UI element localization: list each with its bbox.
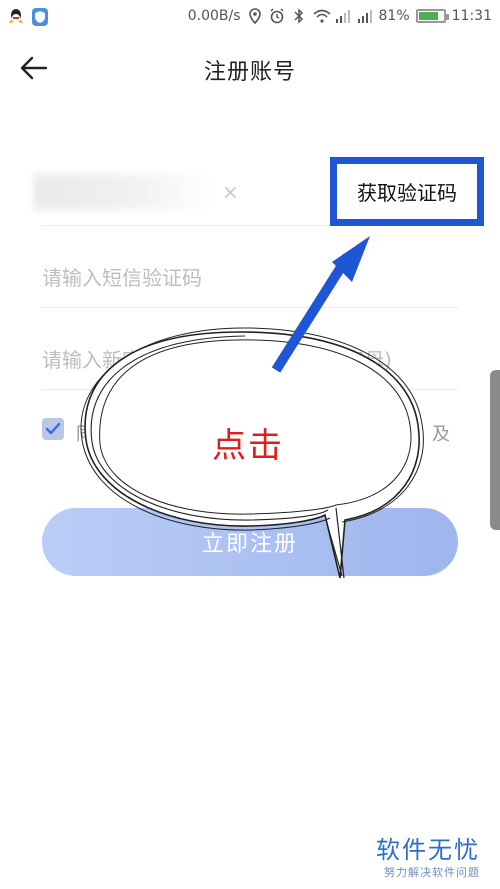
bluetooth-icon	[291, 8, 307, 24]
alarm-icon	[269, 8, 285, 24]
get-code-button[interactable]: 获取验证码	[330, 157, 484, 226]
status-bar: 0.00B/s 81% 11:31	[0, 0, 500, 36]
qq-icon	[8, 8, 24, 26]
clock: 11:31	[451, 8, 492, 24]
watermark-subtitle: 努力解决软件问题	[384, 866, 480, 879]
battery-percent: 81%	[378, 8, 410, 24]
signal-icon	[335, 8, 351, 24]
status-right: 0.00B/s 81% 11:31	[187, 8, 492, 25]
side-scroll-handle[interactable]	[490, 370, 500, 530]
password-field[interactable]: 请输入新密 字母)	[42, 308, 458, 390]
screen: 0.00B/s 81% 11:31 注册账号 × 获取验证码 请输入短信验证码 …	[0, 0, 500, 889]
network-speed: 0.00B/s	[187, 8, 241, 24]
callout-text: 点击	[212, 426, 284, 466]
page-title: 注册账号	[203, 60, 296, 85]
register-button-label: 立即注册	[201, 532, 298, 557]
location-icon	[247, 8, 263, 25]
agreement-text-prefix: 同	[76, 424, 94, 445]
watermark-title: 软件无忧	[376, 836, 480, 864]
phone-value-blurred	[34, 174, 214, 210]
agreement-checkbox[interactable]	[42, 418, 64, 440]
signal-icon	[357, 8, 373, 24]
battery-fill	[418, 12, 439, 20]
sms-code-field[interactable]: 请输入短信验证码	[42, 226, 458, 308]
status-left	[8, 8, 48, 26]
shield-icon	[32, 8, 48, 26]
agreement-text-suffix[interactable]: 及	[432, 420, 450, 446]
checkmark-icon	[45, 422, 61, 435]
sms-code-placeholder: 请输入短信验证码	[42, 266, 202, 290]
wifi-icon	[312, 8, 331, 24]
password-placeholder: 请输入新密	[42, 348, 142, 372]
battery-icon	[415, 9, 449, 23]
register-button[interactable]: 立即注册	[42, 508, 458, 576]
clear-icon[interactable]: ×	[222, 180, 239, 204]
password-placeholder-suffix: 字母)	[344, 348, 392, 372]
